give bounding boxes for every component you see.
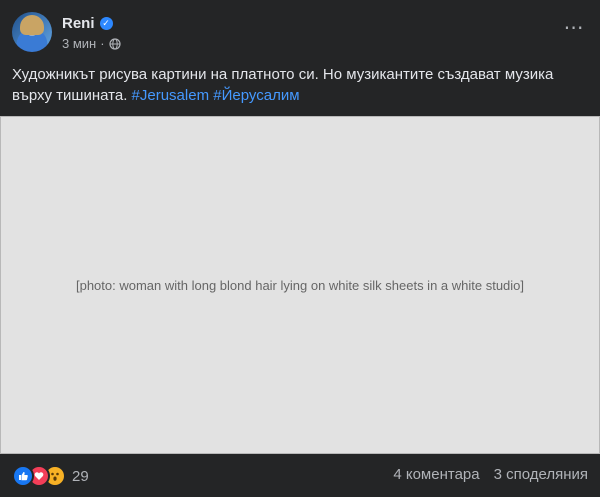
post-header: Reni ✓ 3 мин · ⋯ [12,12,588,56]
post-meta: 3 мин · [62,36,121,51]
avatar-hair [20,15,44,35]
meta-separator: · [100,36,105,51]
like-icon [12,465,34,487]
reaction-count: 29 [72,467,89,485]
author-name[interactable]: Reni [62,15,95,32]
shares-count-link[interactable]: 3 споделяния [494,466,588,483]
reactions-summary[interactable]: 29 [12,465,89,487]
verified-badge-icon: ✓ [99,16,113,30]
image-placeholder-label: [photo: woman with long blond hair lying… [75,277,525,293]
hashtag-jerusalem[interactable]: #Jerusalem [132,87,210,104]
author-row: Reni ✓ [62,14,113,32]
comments-count-link[interactable]: 4 коментара [393,466,479,483]
globe-icon[interactable] [108,37,121,50]
more-options-icon: ⋯ [563,17,585,39]
post-image[interactable]: [photo: woman with long blond hair lying… [0,116,600,454]
facebook-post: Reni ✓ 3 мин · ⋯ Художникът рисува карти… [0,0,600,497]
author-avatar[interactable] [12,12,52,52]
post-time[interactable]: 3 мин [62,36,96,51]
hashtag-yerusalim[interactable]: #Йерусалим [213,87,299,104]
image-placeholder: [photo: woman with long blond hair lying… [0,116,600,454]
post-footer: 29 4 коментара 3 споделяния [12,462,588,488]
more-options-button[interactable]: ⋯ [560,18,588,38]
engagement-stats: 4 коментара 3 споделяния [393,466,588,483]
post-text: Художникът рисува картини на платното си… [12,64,582,106]
